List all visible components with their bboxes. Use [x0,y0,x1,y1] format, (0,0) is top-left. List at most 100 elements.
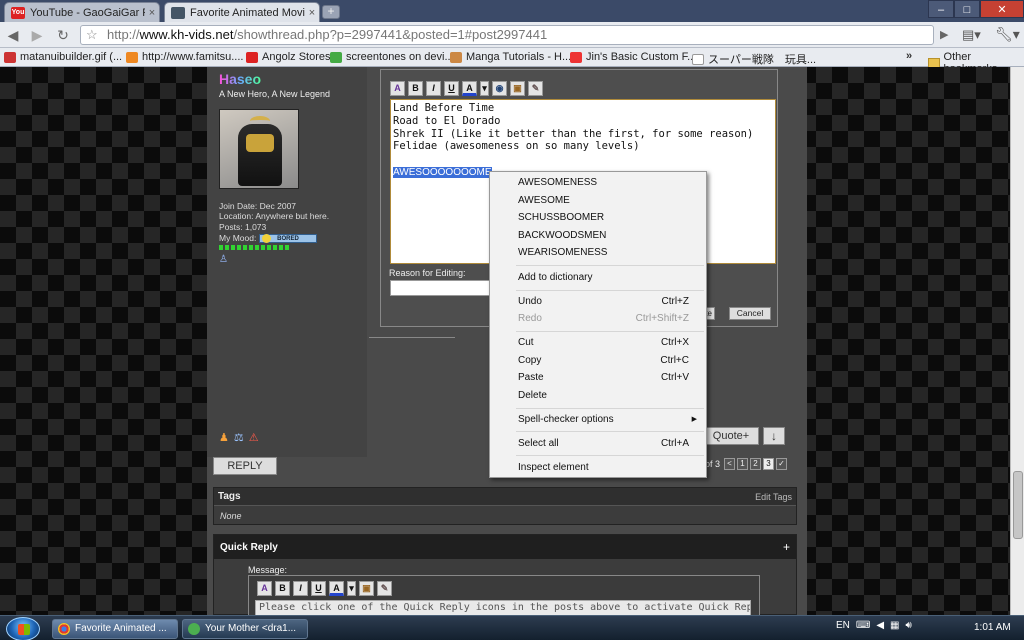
address-bar[interactable]: http://www.kh-vids.net/showthread.php?p=… [80,25,934,45]
font-style-icon[interactable]: A [257,581,272,596]
underline-button[interactable]: U [444,80,459,96]
back-arrow-icon[interactable]: ◀ [4,26,22,44]
wrench-icon[interactable]: 🔧︎▾ [995,26,1020,43]
underline-button[interactable]: U [311,581,326,596]
color-dropdown-icon[interactable]: ▾ [480,80,489,96]
reload-icon[interactable]: ↻ [54,26,72,44]
post-buttons: Quote+ ↓ [703,427,785,445]
close-window-button[interactable]: ✕ [980,0,1024,18]
delete-item[interactable]: Delete [491,387,705,404]
insert-image-icon[interactable]: ▣ [510,80,525,96]
tray-expand-icon[interactable]: ◀ [876,620,884,631]
scroll-down-icon[interactable]: ↓ [763,427,785,445]
quick-reply-toolbar: A B I U A ▾ ▣ ✎ [257,581,392,596]
page-menu-icon[interactable]: ▤▾ [962,27,981,43]
redo-item[interactable]: Redo Ctrl+Shift+Z [491,310,705,327]
paste-item[interactable]: Paste Ctrl+V [491,369,705,386]
bookmark-item[interactable]: screentones on devi... [330,51,454,63]
spell-checker-options-item[interactable]: Spell-checker options ▶ [491,411,705,428]
scrollbar-thumb[interactable] [1013,471,1023,539]
bookmark-star-icon[interactable]: ☆ [86,27,98,43]
keyboard-icon[interactable]: ⌨ [856,620,870,631]
report-warning-icon[interactable]: ⚠ [249,431,259,444]
inspect-element-item[interactable]: Inspect element [491,459,705,476]
page-scrollbar[interactable] [1010,67,1024,615]
insert-link-icon[interactable]: ◉ [492,80,507,96]
bookmark-item[interactable]: Manga Tutorials - H... [450,51,571,63]
quick-reply-toggle[interactable]: + [783,540,790,554]
reply-button[interactable]: REPLY [213,457,277,475]
taskbar-clock[interactable]: 1:01 AM [974,622,1011,633]
bold-button[interactable]: B [275,581,290,596]
divider [369,337,455,338]
bookmark-item[interactable]: matanuibuilder.gif (... [4,51,122,63]
quick-reply-textarea[interactable]: Please click one of the Quick Reply icon… [255,600,751,615]
insert-image-icon[interactable]: ▣ [359,581,374,596]
suggestion-item[interactable]: AWESOMENESS [491,174,705,191]
color-dropdown-icon[interactable]: ▾ [347,581,356,596]
pager-prev[interactable]: < [724,458,736,470]
pager-page-2[interactable]: 2 [750,458,762,470]
quote-icon[interactable]: ✎ [377,581,392,596]
bookmark-item[interactable]: Jin's Basic Custom F... [570,51,696,63]
bookmark-item[interactable]: http://www.famitsu.... [126,51,243,63]
taskbar-item-messenger[interactable]: Your Mother <dra1... [182,619,308,639]
menu-separator [516,265,704,266]
cut-item[interactable]: Cut Ctrl+X [491,334,705,351]
browser-toolbar: ◀ ▶ ↻ http://www.kh-vids.net/showthread.… [0,22,1024,48]
shortcut-label: Ctrl+Shift+Z [635,313,689,324]
minimize-button[interactable]: – [928,0,954,18]
reputation-scale-icon[interactable]: ⚖ [234,431,244,444]
bookmark-item[interactable]: Angolz Stores [246,51,330,63]
selected-misspelled-word[interactable]: AWESOOOOOOOME [393,166,492,178]
add-to-dictionary-item[interactable]: Add to dictionary [491,269,705,286]
suggestion-item[interactable]: WEARISOMENESS [491,244,705,261]
profile-icon[interactable]: ♟ [219,431,229,444]
chrome-icon [58,623,70,635]
bookmark-item[interactable]: スーパー戦隊 玩具... [692,51,816,67]
shortcut-label: Ctrl+V [660,372,689,383]
suggestion-item[interactable]: SCHUSSBOOMER [491,209,705,226]
italic-button[interactable]: I [426,80,441,96]
taskbar-item-chrome[interactable]: Favorite Animated ... [52,619,178,639]
font-style-icon[interactable]: A [390,80,405,96]
reason-input[interactable] [390,280,490,296]
text-color-button[interactable]: A [329,581,344,596]
pager-menu-icon[interactable]: ✓ [776,458,788,470]
copy-item[interactable]: Copy Ctrl+C [491,352,705,369]
network-icon[interactable]: ▦ [890,620,899,631]
reputation-bar [219,245,289,250]
quote-icon[interactable]: ✎ [528,80,543,96]
forward-arrow-icon[interactable]: ▶ [28,26,46,44]
join-date: Join Date: Dec 2007 [219,201,297,211]
cancel-button[interactable]: Cancel [729,307,771,320]
volume-icon[interactable]: 🔊︎ [906,620,912,631]
bookmarks-overflow-button[interactable]: » [906,50,912,62]
italic-button[interactable]: I [293,581,308,596]
pagination: of 3 < 1 2 3 ✓ [705,458,788,470]
tab-youtube[interactable]: You YouTube - GaoGaiGar Fin... × [4,2,160,22]
quote-plus-button[interactable]: Quote+ [703,427,759,445]
close-tab-icon[interactable]: × [145,7,159,19]
pager-page-3[interactable]: 3 [763,458,775,470]
pager-page-1[interactable]: 1 [737,458,749,470]
text-color-button[interactable]: A [462,80,477,96]
new-tab-button[interactable]: + [322,5,340,19]
edit-tags-link[interactable]: Edit Tags [755,492,792,502]
suggestion-item[interactable]: BACKWOODSMEN [491,227,705,244]
shortcut-label: Ctrl+X [660,337,689,348]
undo-item[interactable]: Undo Ctrl+Z [491,293,705,310]
suggestion-item[interactable]: AWESOME [491,192,705,209]
shortcut-label: Ctrl+C [660,355,689,366]
bookmark-favicon-icon [330,51,342,63]
bold-button[interactable]: B [408,80,423,96]
close-tab-icon[interactable]: × [305,7,319,19]
go-arrow-icon[interactable]: ▶ [940,28,948,41]
submenu-arrow-icon: ▶ [691,416,697,423]
username-link[interactable]: Haseo [219,71,261,87]
tab-favorite-animated[interactable]: Favorite Animated Movie... × [164,2,320,22]
language-indicator[interactable]: EN [836,620,850,631]
start-button[interactable] [6,617,40,640]
select-all-item[interactable]: Select all Ctrl+A [491,435,705,452]
maximize-button[interactable]: □ [954,0,980,18]
